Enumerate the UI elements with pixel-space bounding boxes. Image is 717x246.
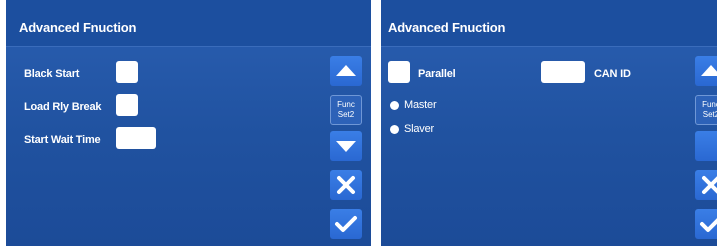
func-set2-button[interactable]: Func Set2: [695, 95, 717, 125]
confirm-button[interactable]: [695, 209, 717, 239]
title-bar: Advanced Fnuction: [381, 0, 717, 47]
set2-label: Set2: [337, 110, 355, 119]
arrow-down-icon: [336, 141, 356, 152]
parallel-label: Parallel: [418, 68, 456, 80]
slaver-label: Slaver: [404, 123, 434, 135]
func-label: Func: [337, 100, 355, 109]
load-rly-break-checkbox[interactable]: [116, 94, 138, 116]
advanced-function-screen-right: Advanced Fnuction Parallel CAN ID Master…: [381, 0, 717, 246]
slaver-radio[interactable]: [390, 125, 399, 134]
confirm-button[interactable]: [330, 209, 362, 239]
can-id-label: CAN ID: [594, 68, 631, 80]
master-label: Master: [404, 99, 437, 111]
scroll-up-button[interactable]: [695, 56, 717, 86]
scroll-down-button[interactable]: [695, 131, 717, 161]
advanced-function-screen-left: Advanced Fnuction Black Start Load Rly B…: [6, 0, 371, 246]
black-start-checkbox[interactable]: [116, 61, 138, 83]
checkmark-icon: [700, 218, 717, 232]
scroll-up-button[interactable]: [330, 56, 362, 86]
page-title: Advanced Fnuction: [19, 20, 137, 35]
scroll-down-button[interactable]: [330, 131, 362, 161]
can-id-input[interactable]: [541, 61, 585, 83]
cancel-button[interactable]: [330, 170, 362, 200]
title-bar: Advanced Fnuction: [6, 0, 371, 47]
start-wait-time-input[interactable]: [116, 127, 156, 149]
page-title: Advanced Fnuction: [388, 20, 506, 35]
close-icon: [702, 176, 717, 194]
func-label: Func: [702, 100, 717, 109]
arrow-up-icon: [336, 65, 356, 76]
master-radio[interactable]: [390, 101, 399, 110]
load-rly-break-label: Load Rly Break: [24, 101, 102, 113]
set2-label: Set2: [702, 110, 717, 119]
checkmark-icon: [335, 216, 357, 232]
cancel-button[interactable]: [695, 170, 717, 200]
close-icon: [337, 176, 355, 194]
func-set2-button[interactable]: Func Set2: [330, 95, 362, 125]
black-start-label: Black Start: [24, 68, 80, 80]
parallel-checkbox[interactable]: [388, 61, 410, 83]
start-wait-time-label: Start Wait Time: [24, 134, 101, 146]
arrow-up-icon: [701, 65, 717, 76]
